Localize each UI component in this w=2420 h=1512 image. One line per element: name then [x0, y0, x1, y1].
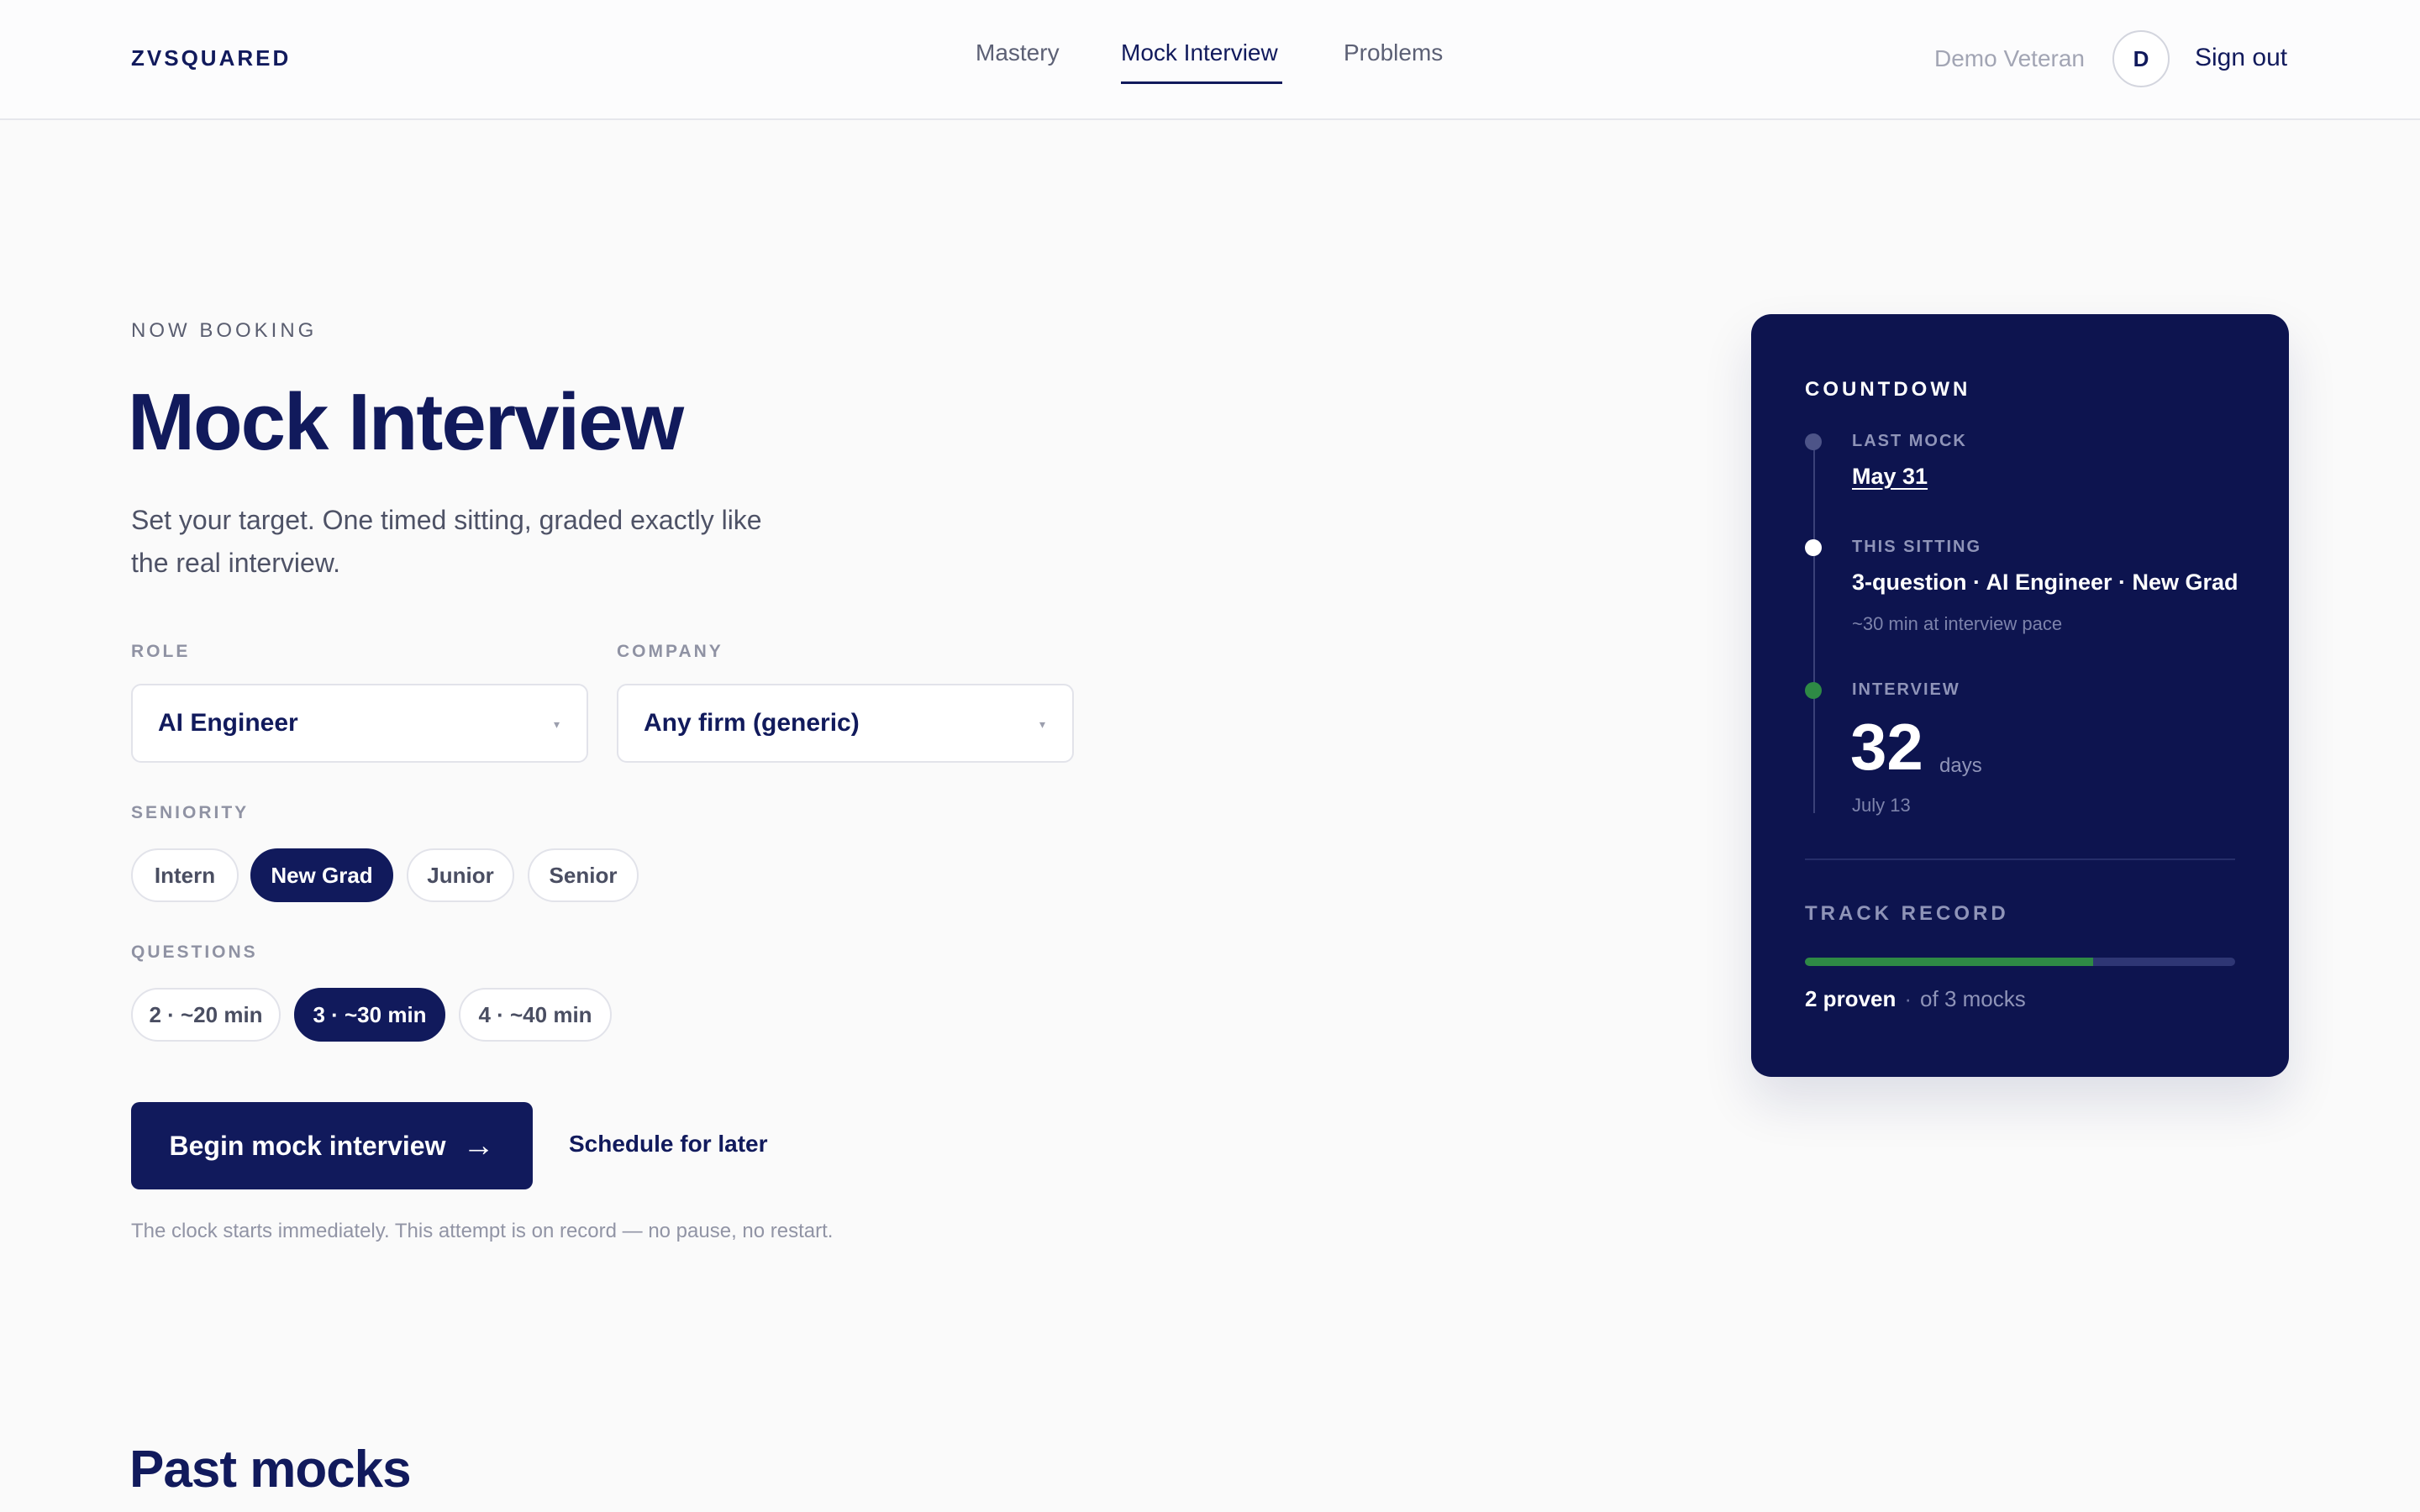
chevron-down-icon: ▾	[553, 717, 560, 731]
nav-mock-interview[interactable]: Mock Interview	[1121, 39, 1278, 66]
brand-logo[interactable]: ZVSQUARED	[131, 45, 291, 71]
days-unit: days	[1939, 754, 1982, 777]
subtitle-line-2: the real interview.	[131, 548, 341, 578]
page-title: Mock Interview	[128, 377, 684, 467]
questions-label: QUESTIONS	[131, 942, 258, 962]
begin-mock-interview-button[interactable]: Begin mock interview →	[131, 1102, 533, 1189]
separator-dot: ·	[1904, 986, 1912, 1011]
company-label: COMPANY	[617, 642, 723, 661]
seniority-option-intern[interactable]: Intern	[131, 848, 239, 902]
role-value: AI Engineer	[158, 709, 298, 737]
role-label: ROLE	[131, 642, 191, 661]
nav-active-indicator	[1121, 81, 1282, 84]
seniority-option-junior[interactable]: Junior	[407, 848, 514, 902]
top-bar: ZVSQUARED Mastery Mock Interview Problem…	[0, 0, 2420, 120]
timeline-line	[1813, 444, 1815, 813]
attempt-note: The clock starts immediately. This attem…	[131, 1220, 834, 1242]
seniority-label: SENIORITY	[131, 803, 250, 822]
timeline-dot-last-mock	[1805, 433, 1822, 450]
company-select[interactable]: Any firm (generic) ▾	[617, 684, 1074, 763]
questions-option-2[interactable]: 2 · ~20 min	[131, 988, 281, 1042]
track-record-progress-bar	[1805, 958, 2235, 966]
arrow-right-icon: →	[462, 1127, 495, 1163]
nav-mastery[interactable]: Mastery	[976, 39, 1060, 66]
countdown-card: COUNTDOWN LAST MOCK May 31 THIS SITTING …	[1751, 314, 2289, 1077]
track-record-title: TRACK RECORD	[1805, 902, 2009, 925]
interview-date: July 13	[1852, 795, 1911, 816]
seniority-option-new-grad[interactable]: New Grad	[250, 848, 393, 902]
timeline-dot-this-sitting	[1805, 539, 1822, 556]
role-select[interactable]: AI Engineer ▾	[131, 684, 588, 763]
seniority-option-senior[interactable]: Senior	[528, 848, 639, 902]
begin-button-label: Begin mock interview	[169, 1130, 446, 1161]
last-mock-date[interactable]: May 31	[1852, 464, 1928, 490]
page-subtitle: Set your target. One timed sitting, grad…	[131, 499, 820, 585]
track-record-summary: 2 proven · of 3 mocks	[1805, 986, 2026, 1012]
sign-out-link[interactable]: Sign out	[2195, 44, 2287, 72]
nav-problems[interactable]: Problems	[1344, 39, 1443, 66]
this-sitting-meta: ~30 min at interview pace	[1852, 613, 2063, 634]
company-value: Any firm (generic)	[644, 709, 860, 737]
chevron-down-icon: ▾	[1039, 717, 1045, 731]
total-mocks: of 3 mocks	[1920, 986, 2026, 1011]
proven-count: 2 proven	[1805, 986, 1897, 1011]
last-mock-label: LAST MOCK	[1852, 432, 1967, 450]
subtitle-line-1: Set your target. One timed sitting, grad…	[131, 505, 762, 535]
eyebrow-label: NOW BOOKING	[131, 319, 318, 342]
avatar[interactable]: D	[2112, 30, 2170, 87]
this-sitting-value: 3-question · AI Engineer · New Grad	[1852, 570, 2238, 595]
this-sitting-label: THIS SITTING	[1852, 538, 1981, 556]
track-record-progress-fill	[1805, 958, 2094, 966]
schedule-for-later-link[interactable]: Schedule for later	[569, 1131, 768, 1158]
days-remaining: 32	[1850, 710, 1923, 784]
interview-label: INTERVIEW	[1852, 680, 1960, 699]
card-divider	[1805, 858, 2235, 860]
past-mocks-heading: Past mocks	[129, 1441, 412, 1499]
questions-option-4[interactable]: 4 · ~40 min	[459, 988, 612, 1042]
timeline-dot-interview	[1805, 682, 1822, 699]
user-name: Demo Veteran	[1934, 45, 2085, 71]
questions-option-3[interactable]: 3 · ~30 min	[294, 988, 445, 1042]
countdown-title: COUNTDOWN	[1805, 378, 1971, 401]
